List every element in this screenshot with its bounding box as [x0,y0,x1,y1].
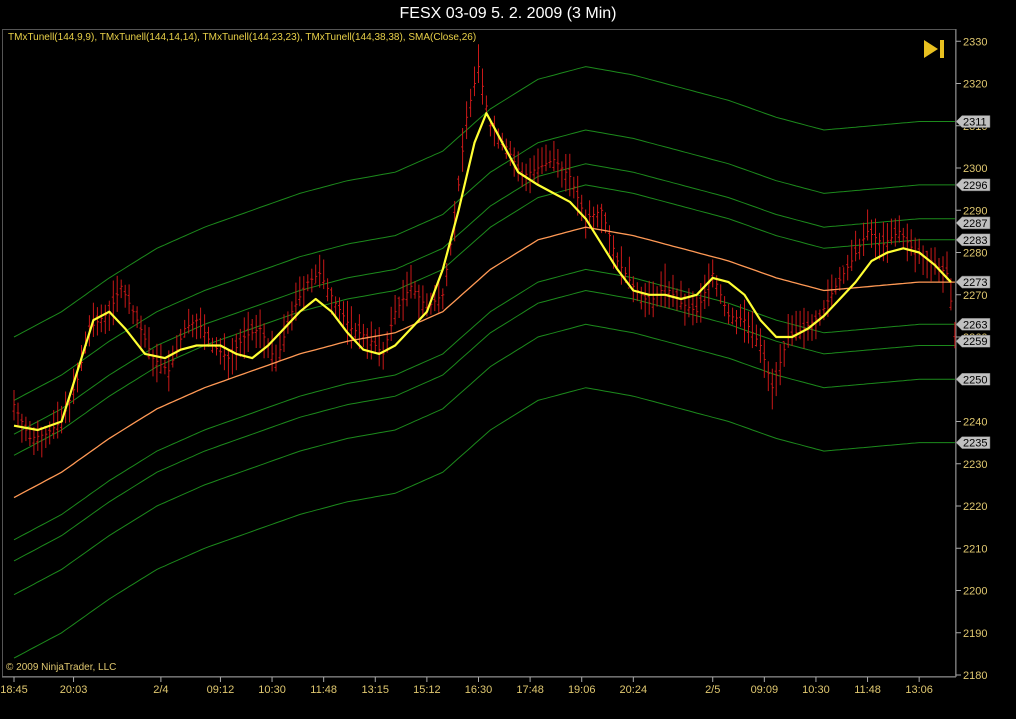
x-tick-label: 18:45 [0,684,28,696]
price-badge-label: 2263 [963,319,987,331]
indicator-legend: TMxTunell(144,9,9), TMxTunell(144,14,14)… [8,32,477,43]
price-bars [12,44,957,458]
x-tick-label: 10:30 [802,684,830,696]
y-tick-label: 2210 [963,543,987,555]
band-line-2 [13,163,955,435]
y-tick-label: 2330 [963,36,987,48]
y-tick-label: 2270 [963,290,987,302]
y-tick-label: 2230 [963,459,987,471]
price-badge-label: 2250 [963,374,987,386]
x-tick-label: 15:12 [413,684,441,696]
band-line-4 [13,129,955,401]
x-tick-label: 19:06 [568,684,596,696]
x-tick-label: 20:24 [620,684,648,696]
price-badge-label: 2259 [963,336,987,348]
band-line-3 [13,289,955,562]
x-tick-label: 11:48 [854,684,881,696]
band-line-1 [13,268,955,541]
y-tick-label: 2320 [963,79,987,91]
band-line-0 [13,184,955,456]
price-badge-label: 2311 [963,117,987,129]
tunnel-bands [13,66,955,659]
sma-path [13,112,952,432]
x-tick-label: 11:48 [310,684,337,696]
band-line-6 [13,66,955,338]
price-chart[interactable]: 2180219022002210222022302240225022602270… [0,0,1016,719]
y-tick-label: 2200 [963,586,987,598]
band-line-5 [13,323,955,596]
tunnel-midline [13,226,955,499]
x-tick-label: 13:06 [905,684,933,696]
y-tick-label: 2240 [963,417,987,429]
y-tick-label: 2190 [963,628,987,640]
x-tick-label: 16:30 [465,684,493,696]
y-tick-label: 2280 [963,248,987,260]
copyright-text: © 2009 NinjaTrader, LLC [6,662,117,673]
x-axis: 18:45 20:03 2/4 09:12 10:30 11:48 13:15 15:12 16… [0,676,956,696]
sma-line [13,112,952,432]
skip-to-end-icon[interactable] [922,38,946,60]
x-tick-label: 09:12 [207,684,235,696]
y-tick-label: 2290 [963,205,987,217]
price-badge-label: 2235 [963,438,987,450]
y-tick-label: 2300 [963,163,987,175]
price-badge-label: 2287 [963,218,987,230]
x-tick-label: 17:48 [516,684,544,696]
price-badge-label: 2296 [963,180,987,192]
x-tick-label: 13:15 [362,684,390,696]
y-tick-label: 2180 [963,670,987,682]
y-tick-label: 2220 [963,501,987,513]
x-tick-label: 09:09 [751,684,779,696]
tunnel-midline-path [13,226,955,499]
x-tick-label: 20:03 [60,684,88,696]
x-tick-label: 10:30 [258,684,286,696]
x-tick-label: 2/4 [153,684,168,696]
price-badge-label: 2273 [963,277,987,289]
price-badge-label: 2283 [963,235,987,247]
x-tick-label: 2/5 [705,684,720,696]
band-line-7 [13,387,955,659]
